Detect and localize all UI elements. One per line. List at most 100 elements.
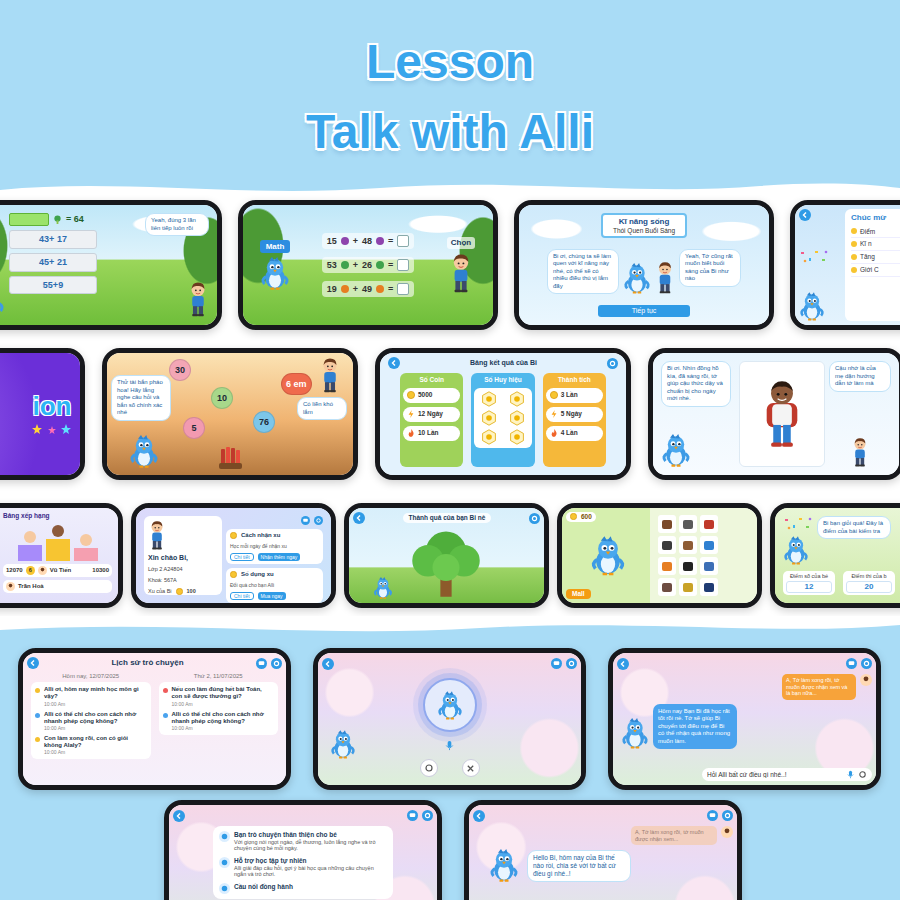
- voice-mode-icon[interactable]: [858, 770, 867, 779]
- history-item[interactable]: Nếu con làm đúng hết bài Toán, con sẽ đư…: [163, 686, 275, 706]
- phone-mockup: 600Mall: [557, 503, 762, 608]
- profile-card: Xin chào Bi,Lớp 2 A24804Khoá: 567AXu của…: [144, 516, 222, 595]
- item-icon: [662, 520, 672, 529]
- item-tile[interactable]: [658, 536, 676, 554]
- chat-icon[interactable]: [301, 516, 310, 525]
- chat-icon[interactable]: [551, 658, 562, 669]
- number-balloon[interactable]: 30: [169, 359, 191, 381]
- settings-icon[interactable]: [422, 810, 433, 821]
- microphone-icon[interactable]: [846, 770, 855, 779]
- feature-body: Cầu nối đồng hành: [234, 883, 293, 894]
- answer-option[interactable]: 45+ 21: [9, 253, 97, 272]
- sum-row: 15+48=: [322, 233, 415, 249]
- back-icon[interactable]: [322, 658, 334, 670]
- stat-value: 5000: [418, 391, 432, 399]
- page-header: LessonTalk with Alli: [0, 0, 900, 178]
- app-screen: A, Tớ làm xong rồi, tớ muốn được nhận xe…: [613, 653, 876, 785]
- column-title: Thành tích: [546, 376, 603, 384]
- answer-box[interactable]: [397, 235, 409, 247]
- back-icon[interactable]: [473, 810, 485, 822]
- settings-icon[interactable]: [722, 810, 733, 821]
- confetti-icon: [783, 516, 813, 532]
- history-item[interactable]: Alli có thể chỉ cho con cách nhớ nhanh p…: [35, 711, 147, 731]
- answer-option[interactable]: 43+ 17: [9, 230, 97, 249]
- score-label: Điểm số của bé: [786, 573, 832, 580]
- feature-item: Cầu nối đồng hành: [219, 883, 387, 894]
- badge-icon: [481, 410, 497, 426]
- card-button[interactable]: Chi tiết: [230, 553, 254, 561]
- chat-band: Lịch sử trò chuyệnHôm nay, 12/07/2025All…: [0, 638, 900, 900]
- number-balloon[interactable]: 76: [253, 411, 275, 433]
- coin-row: Xu của Bi100: [148, 588, 218, 595]
- bolt-icon: [407, 410, 415, 418]
- speech-bubble: Yeah, Tớ cũng rất muốn biết buổi sáng củ…: [679, 249, 741, 287]
- top-actions: [551, 658, 577, 669]
- boy-icon: [319, 357, 341, 393]
- item-tile[interactable]: [679, 536, 697, 554]
- answer-option[interactable]: 55+9: [9, 276, 97, 295]
- microphone-icon[interactable]: [444, 740, 455, 751]
- score-header: Bi bạn giỏi quá! Đây là điểm của bài kiể…: [783, 516, 900, 565]
- results-columns: Số Coin500012 Ngày10 LầnSố Huy hiệuThành…: [384, 373, 622, 471]
- card-button[interactable]: Mua ngay: [258, 592, 286, 600]
- firework-cannon-icon[interactable]: [215, 445, 245, 471]
- title-lesson: Lesson: [0, 27, 900, 97]
- chat-icon[interactable]: [846, 658, 857, 669]
- choose-label[interactable]: Chọn: [447, 237, 475, 249]
- chat-icon[interactable]: [707, 810, 718, 821]
- back-icon[interactable]: [353, 512, 365, 524]
- item-icon: [704, 583, 714, 592]
- skill-card: Kĩ năng sốngThói Quen Buổi Sáng: [601, 213, 687, 238]
- item-tile[interactable]: [700, 536, 718, 554]
- feature-title: Hỗ trợ học tập tự nhiên: [234, 857, 387, 865]
- item-tile[interactable]: [658, 557, 676, 575]
- back-icon[interactable]: [388, 357, 400, 369]
- feature-text: Với giọng nói ngọt ngào, dễ thương, luôn…: [234, 839, 387, 852]
- splash-word: ion: [32, 391, 72, 436]
- back-icon[interactable]: [799, 209, 811, 221]
- top-bar: [322, 657, 577, 670]
- item-tile[interactable]: [700, 515, 718, 533]
- record-button[interactable]: [420, 759, 438, 777]
- back-icon[interactable]: [173, 810, 185, 822]
- item-tile[interactable]: [700, 557, 718, 575]
- mall-button[interactable]: Mall: [566, 589, 591, 599]
- history-item[interactable]: Alli có thể chỉ cho con cách nhớ nhanh p…: [163, 711, 275, 731]
- score-value: 20: [846, 581, 892, 593]
- answer-slot[interactable]: [9, 213, 49, 226]
- item-tile[interactable]: [679, 578, 697, 596]
- item-tile[interactable]: [700, 578, 718, 596]
- top-actions: [407, 810, 433, 821]
- back-icon[interactable]: [617, 658, 629, 670]
- settings-icon[interactable]: [861, 658, 872, 669]
- item-icon: [704, 562, 714, 571]
- history-item[interactable]: Con làm xong rồi, con có giỏi không Alal…: [35, 735, 147, 755]
- history-item[interactable]: Alli ơi, hôm nay mình học môn gì vậy?10:…: [35, 686, 147, 706]
- stat-pill: 5000: [403, 388, 460, 403]
- settings-icon[interactable]: [529, 513, 540, 524]
- back-icon[interactable]: [27, 657, 39, 669]
- answer-box[interactable]: [397, 259, 409, 271]
- number-balloon[interactable]: 5: [183, 417, 205, 439]
- item-tile[interactable]: [658, 578, 676, 596]
- settings-icon[interactable]: [607, 358, 618, 369]
- message-input-box: [702, 768, 872, 781]
- continue-button[interactable]: Tiếp tục: [598, 305, 691, 317]
- operator: +: [353, 260, 358, 271]
- number-balloon[interactable]: 10: [211, 387, 233, 409]
- chat-icon[interactable]: [407, 810, 418, 821]
- number-balloon[interactable]: 6 em: [281, 373, 312, 395]
- settings-icon[interactable]: [271, 658, 282, 669]
- answer-box[interactable]: [397, 283, 409, 295]
- close-button[interactable]: [462, 759, 480, 777]
- card-button[interactable]: Chi tiết: [230, 592, 254, 600]
- chat-icon[interactable]: [256, 658, 267, 669]
- item-tile[interactable]: [658, 515, 676, 533]
- card-button[interactable]: Nhận thêm ngay: [258, 553, 301, 561]
- message-input[interactable]: [707, 769, 843, 780]
- settings-icon[interactable]: [314, 516, 323, 525]
- equals-sign: =: [388, 260, 393, 271]
- settings-icon[interactable]: [566, 658, 577, 669]
- item-tile[interactable]: [679, 557, 697, 575]
- item-tile[interactable]: [679, 515, 697, 533]
